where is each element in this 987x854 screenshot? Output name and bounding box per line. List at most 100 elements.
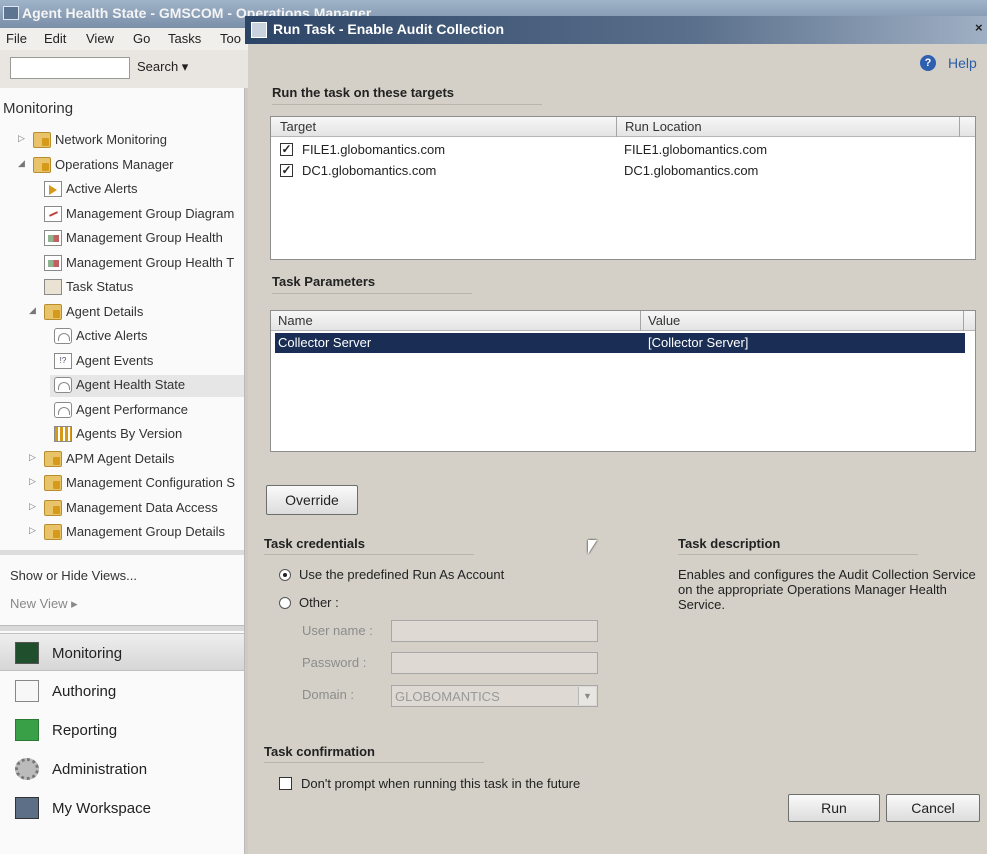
tree-item-management-data-access[interactable]: ▷ Management Data Access — [29, 498, 244, 520]
column-name[interactable]: Name — [278, 313, 313, 328]
health-view-icon — [44, 255, 62, 271]
dialog-titlebar[interactable]: Run Task - Enable Audit Collection × — [245, 16, 987, 44]
diagram-view-icon — [44, 206, 62, 222]
divider — [272, 104, 542, 105]
menu-tools[interactable]: Too — [220, 31, 241, 46]
other-account-label[interactable]: Other : — [299, 595, 339, 610]
menu-view[interactable]: View — [86, 31, 114, 46]
password-field[interactable] — [391, 652, 598, 674]
task-icon — [251, 22, 267, 38]
divider — [272, 293, 472, 294]
grid-view-icon — [54, 426, 72, 442]
parameters-list-header: Name Value — [271, 311, 975, 331]
help-label[interactable]: Help — [948, 55, 977, 71]
predefined-account-radio[interactable] — [279, 569, 291, 581]
confirmation-heading: Task confirmation — [264, 744, 376, 759]
parameters-list[interactable]: Name Value Collector Server [Collector S… — [270, 310, 976, 452]
tree-item-operations-manager[interactable]: ◢ Operations Manager — [18, 155, 244, 177]
column-divider[interactable] — [959, 117, 960, 137]
target-checkbox[interactable]: ✓ — [280, 143, 293, 156]
new-view-link[interactable]: New View ▸ — [10, 596, 78, 612]
tree-item-agent-details[interactable]: ◢ Agent Details — [29, 302, 244, 324]
username-field[interactable] — [391, 620, 598, 642]
tree-item-management-group-health-trend[interactable]: Management Group Health T — [44, 253, 244, 275]
expand-arrow-icon[interactable]: ▷ — [18, 133, 25, 144]
close-icon[interactable]: × — [975, 20, 987, 35]
tree-item-management-group-diagram[interactable]: Management Group Diagram — [44, 204, 244, 226]
search-input[interactable] — [10, 57, 130, 79]
column-divider[interactable] — [963, 311, 964, 331]
run-button[interactable]: Run — [788, 794, 880, 822]
targets-list-header: Target Run Location — [271, 117, 975, 137]
tree-item-management-group-details[interactable]: ▷ Management Group Details — [29, 522, 244, 544]
expand-arrow-icon[interactable]: ▷ — [29, 525, 36, 536]
my-workspace-icon — [15, 797, 39, 819]
authoring-icon — [15, 680, 39, 702]
predefined-account-label[interactable]: Use the predefined Run As Account — [299, 567, 504, 582]
targets-list[interactable]: Target Run Location ✓ FILE1.globomantics… — [270, 116, 976, 260]
menu-tasks[interactable]: Tasks — [168, 31, 201, 46]
folder-icon — [44, 475, 62, 491]
wunderbar-my-workspace[interactable]: My Workspace — [0, 789, 244, 827]
tree-item-network-monitoring[interactable]: ▷ Network Monitoring — [18, 130, 244, 152]
expand-arrow-icon[interactable]: ▷ — [29, 452, 36, 463]
other-account-radio[interactable] — [279, 597, 291, 609]
collapse-arrow-icon[interactable]: ◢ — [18, 158, 25, 169]
targets-heading: Run the task on these targets — [272, 85, 455, 100]
tree-item-apm-agent-details[interactable]: ▷ APM Agent Details — [29, 449, 244, 471]
navigation-pane: Monitoring ▷ Network Monitoring ◢ Operat… — [0, 88, 245, 854]
domain-label: Domain : — [302, 687, 355, 702]
credentials-heading: Task credentials — [264, 536, 365, 551]
wunderbar-authoring[interactable]: Authoring — [0, 672, 244, 710]
wunderbar-reporting[interactable]: Reporting — [0, 711, 244, 749]
menu-go[interactable]: Go — [133, 31, 150, 46]
menu-edit[interactable]: Edit — [44, 31, 66, 46]
menu-file[interactable]: File — [6, 31, 27, 46]
expand-arrow-icon[interactable]: ▷ — [29, 476, 36, 487]
tree-item-agent-events[interactable]: !? Agent Events — [54, 351, 244, 373]
tree-item-agent-active-alerts[interactable]: Active Alerts — [54, 326, 244, 348]
column-target[interactable]: Target — [280, 119, 316, 134]
target-checkbox[interactable]: ✓ — [280, 164, 293, 177]
column-value[interactable]: Value — [648, 313, 680, 328]
parameter-value: [Collector Server] — [648, 335, 749, 350]
column-divider[interactable] — [616, 117, 617, 137]
domain-value: GLOBOMANTICS — [395, 689, 500, 704]
column-run-location[interactable]: Run Location — [625, 119, 702, 134]
search-button[interactable]: Search ▾ — [137, 59, 188, 75]
collapse-arrow-icon[interactable]: ◢ — [29, 305, 36, 316]
override-button[interactable]: Override — [266, 485, 358, 515]
task-description-text: Enables and configures the Audit Collect… — [678, 567, 976, 612]
wunderbar-monitoring[interactable]: Monitoring — [0, 633, 244, 671]
chevron-down-icon[interactable]: ▼ — [578, 687, 596, 705]
navigation-splitter[interactable] — [0, 550, 244, 555]
run-task-dialog: ? Help Run the task on these targets Tar… — [248, 44, 987, 854]
show-hide-views-link[interactable]: Show or Hide Views... — [10, 568, 137, 583]
events-view-icon: !? — [54, 353, 72, 369]
description-heading: Task description — [678, 536, 781, 551]
cancel-button[interactable]: Cancel — [886, 794, 980, 822]
expand-arrow-icon[interactable]: ▷ — [29, 501, 36, 512]
dont-prompt-checkbox[interactable] — [279, 777, 292, 790]
folder-icon — [44, 524, 62, 540]
performance-view-icon — [54, 402, 72, 418]
tree-item-agent-health-state[interactable]: Agent Health State — [50, 375, 244, 397]
help-icon[interactable]: ? — [920, 55, 936, 71]
tree-item-agents-by-version[interactable]: Agents By Version — [54, 424, 244, 446]
wunderbar-splitter[interactable] — [0, 625, 244, 631]
username-label: User name : — [302, 623, 373, 638]
tree-item-management-group-health[interactable]: Management Group Health — [44, 228, 244, 250]
tree-item-active-alerts[interactable]: Active Alerts — [44, 179, 244, 201]
wunderbar-administration[interactable]: Administration — [0, 750, 244, 788]
tree-item-agent-performance[interactable]: Agent Performance — [54, 400, 244, 422]
tree-item-management-configuration[interactable]: ▷ Management Configuration S — [29, 473, 244, 495]
folder-icon — [33, 157, 51, 173]
target-name: FILE1.globomantics.com — [302, 142, 446, 157]
domain-combo[interactable]: GLOBOMANTICS ▼ — [391, 685, 598, 707]
column-divider[interactable] — [640, 311, 641, 331]
tree-item-task-status[interactable]: Task Status — [44, 277, 244, 299]
parameter-row[interactable]: Collector Server [Collector Server] — [275, 333, 965, 353]
target-run-location: DC1.globomantics.com — [624, 163, 759, 178]
dont-prompt-label[interactable]: Don't prompt when running this task in t… — [301, 776, 580, 791]
divider — [264, 762, 484, 763]
